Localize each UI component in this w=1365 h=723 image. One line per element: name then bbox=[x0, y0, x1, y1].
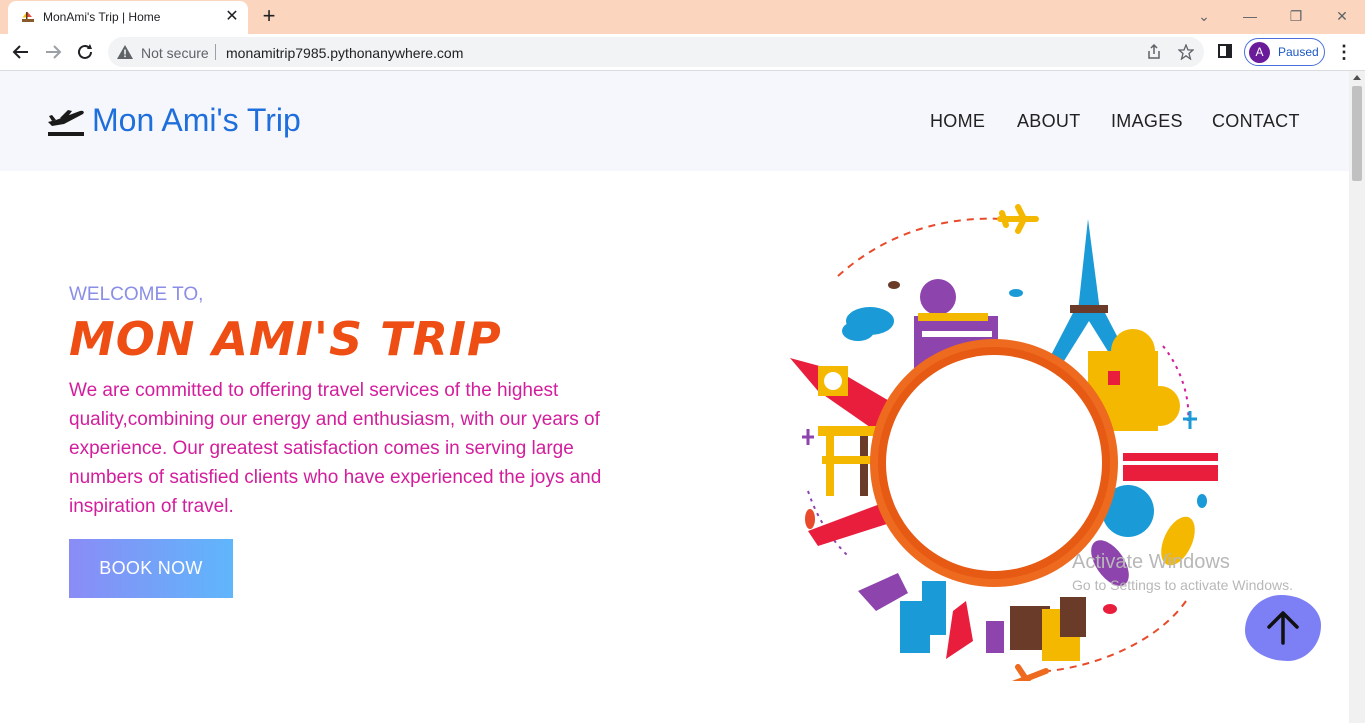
security-label: Not secure bbox=[141, 45, 209, 61]
scroll-up-arrow-icon[interactable] bbox=[1353, 75, 1361, 80]
nav-contact-link[interactable]: CONTACT bbox=[1212, 111, 1300, 132]
tab-title: MonAmi's Trip | Home bbox=[43, 10, 161, 24]
ship-icon bbox=[22, 12, 34, 22]
hero-description: We are committed to offering travel serv… bbox=[69, 380, 602, 517]
warning-icon[interactable] bbox=[117, 45, 133, 59]
more-menu-icon[interactable]: ⋮ bbox=[1335, 41, 1353, 65]
hero-section: WELCOME TO, MON AMI'S TRIP We are commit… bbox=[0, 171, 1349, 723]
profile-status: Paused bbox=[1278, 45, 1319, 59]
tab-search-icon[interactable]: ⌄ bbox=[1193, 5, 1215, 27]
site-header: Mon Ami's Trip HOME ABOUT IMAGES CONTACT bbox=[0, 71, 1349, 171]
back-icon[interactable] bbox=[9, 40, 33, 64]
profile-button[interactable]: A Paused bbox=[1244, 38, 1325, 66]
forward-icon[interactable] bbox=[41, 40, 65, 64]
address-bar[interactable]: Not secure monamitrip7985.pythonanywhere… bbox=[108, 37, 1204, 67]
avatar: A bbox=[1249, 42, 1270, 63]
page-scrollbar[interactable] bbox=[1349, 71, 1365, 723]
activate-windows-subtitle: Go to Settings to activate Windows. bbox=[1072, 577, 1293, 593]
url-text[interactable]: monamitrip7985.pythonanywhere.com bbox=[226, 45, 463, 61]
side-panel-icon[interactable] bbox=[1218, 44, 1232, 58]
minimize-icon[interactable]: — bbox=[1239, 5, 1261, 27]
new-tab-icon[interactable]: + bbox=[258, 5, 280, 27]
browser-tab-bar: MonAmi's Trip | Home ✕ + ⌄ — ❐ ✕ bbox=[0, 0, 1365, 34]
nav-images-link[interactable]: IMAGES bbox=[1111, 111, 1183, 132]
restore-icon[interactable]: ❐ bbox=[1285, 5, 1307, 27]
site-logo-text[interactable]: Mon Ami's Trip bbox=[92, 102, 301, 139]
page-viewport: Mon Ami's Trip HOME ABOUT IMAGES CONTACT… bbox=[0, 71, 1349, 723]
scroll-to-top-button[interactable] bbox=[1245, 595, 1321, 661]
scrollbar-thumb[interactable] bbox=[1352, 86, 1362, 181]
travel-landmarks-illustration bbox=[790, 204, 1218, 681]
activate-windows-title: Activate Windows bbox=[1072, 551, 1230, 573]
nav-home-link[interactable]: HOME bbox=[930, 111, 985, 132]
bookmark-star-icon[interactable] bbox=[1178, 44, 1194, 60]
book-now-button[interactable]: BOOK NOW bbox=[69, 539, 233, 598]
airplane-departure-icon bbox=[48, 110, 84, 136]
welcome-text: WELCOME TO, bbox=[69, 284, 204, 305]
reload-icon[interactable] bbox=[73, 40, 97, 64]
browser-toolbar: Not secure monamitrip7985.pythonanywhere… bbox=[0, 34, 1365, 71]
omnibox-divider bbox=[215, 44, 216, 60]
nav-about-link[interactable]: ABOUT bbox=[1017, 111, 1081, 132]
browser-tab[interactable]: MonAmi's Trip | Home ✕ bbox=[8, 1, 248, 34]
hero-title: MON AMI'S TRIP bbox=[69, 312, 502, 366]
window-close-icon[interactable]: ✕ bbox=[1331, 5, 1353, 27]
tab-close-icon[interactable]: ✕ bbox=[222, 7, 242, 27]
share-icon[interactable] bbox=[1146, 44, 1162, 60]
arrow-up-icon bbox=[1267, 611, 1299, 645]
